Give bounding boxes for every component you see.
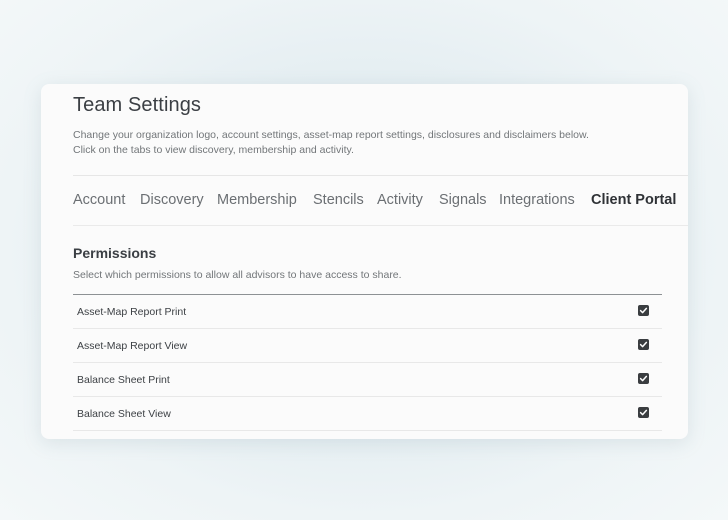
permission-row: Asset-Map Report Print <box>73 295 662 329</box>
page-title: Team Settings <box>73 94 202 116</box>
checkmark-icon <box>639 341 648 348</box>
permission-checkbox[interactable] <box>638 305 649 316</box>
tab-integrations[interactable]: Integrations <box>499 192 575 208</box>
tab-signals[interactable]: Signals <box>439 192 487 208</box>
tab-activity[interactable]: Activity <box>377 192 423 208</box>
permission-row: Asset-Map Report View <box>73 329 662 363</box>
permission-label: Asset-Map Report View <box>77 340 188 352</box>
team-settings-card: Team Settings Change your organization l… <box>41 84 688 439</box>
tab-client-portal[interactable]: Client Portal <box>591 192 676 208</box>
permissions-description: Select which permissions to allow all ad… <box>73 269 402 281</box>
tab-discovery[interactable]: Discovery <box>140 192 204 208</box>
permission-label: Balance Sheet Print <box>77 374 170 386</box>
permission-checkbox[interactable] <box>638 339 649 350</box>
permission-label: Asset-Map Report Print <box>77 306 187 318</box>
permission-checkbox[interactable] <box>638 373 649 384</box>
checkmark-icon <box>639 375 648 382</box>
checkmark-icon <box>639 409 648 416</box>
permission-checkbox[interactable] <box>638 407 649 418</box>
settings-header: Team Settings Change your organization l… <box>73 84 688 176</box>
permissions-title: Permissions <box>73 245 157 261</box>
tab-account[interactable]: Account <box>73 192 125 208</box>
tab-stencils[interactable]: Stencils <box>313 192 364 208</box>
page-description-line-2: Click on the tabs to view discovery, mem… <box>73 144 354 156</box>
page-description-line-1: Change your organization logo, account s… <box>73 129 589 141</box>
permissions-list: Asset-Map Report Print Asset-Map Report … <box>73 294 662 431</box>
checkmark-icon <box>639 307 648 314</box>
settings-tabs: Account Discovery Membership Stencils Ac… <box>73 175 688 226</box>
permission-label: Balance Sheet View <box>77 408 171 420</box>
tab-membership[interactable]: Membership <box>217 192 297 208</box>
permission-row: Balance Sheet View <box>73 397 662 431</box>
permission-row: Balance Sheet Print <box>73 363 662 397</box>
